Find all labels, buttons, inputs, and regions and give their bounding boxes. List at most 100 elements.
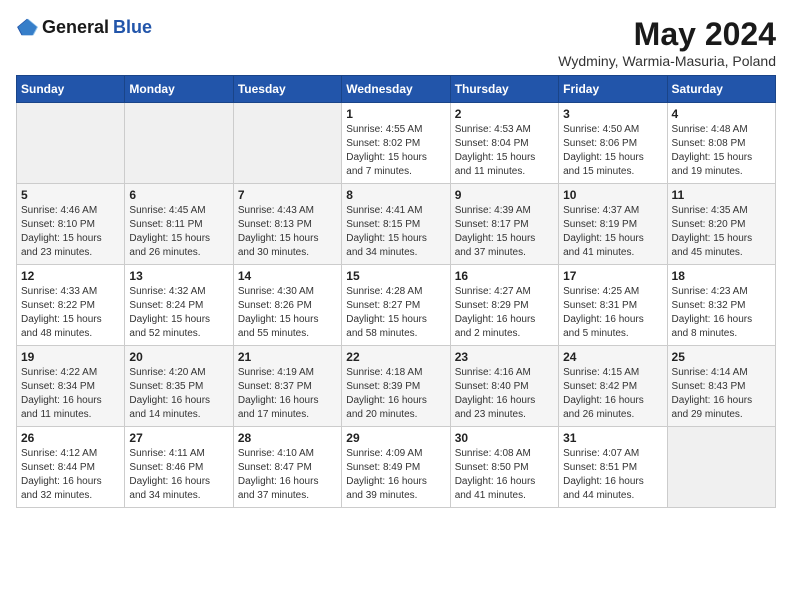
- calendar-cell: 28 Sunrise: 4:10 AMSunset: 8:47 PMDayligh…: [233, 427, 341, 508]
- day-number: 19: [21, 350, 120, 364]
- calendar-cell: 5 Sunrise: 4:46 AMSunset: 8:10 PMDaylight…: [17, 184, 125, 265]
- day-number: 24: [563, 350, 662, 364]
- calendar-cell: 8 Sunrise: 4:41 AMSunset: 8:15 PMDaylight…: [342, 184, 450, 265]
- page-header: General Blue May 2024 Wydminy, Warmia-Ma…: [16, 16, 776, 69]
- header-tuesday: Tuesday: [233, 76, 341, 103]
- calendar-cell: 24 Sunrise: 4:15 AMSunset: 8:42 PMDayligh…: [559, 346, 667, 427]
- day-info: Sunrise: 4:28 AMSunset: 8:27 PMDaylight:…: [346, 285, 445, 341]
- title-block: May 2024 Wydminy, Warmia-Masuria, Poland: [558, 16, 776, 69]
- day-info: Sunrise: 4:43 AMSunset: 8:13 PMDaylight:…: [238, 204, 337, 260]
- calendar-cell: 18 Sunrise: 4:23 AMSunset: 8:32 PMDayligh…: [667, 265, 775, 346]
- header-thursday: Thursday: [450, 76, 558, 103]
- calendar-cell: 6Sunrise: 4:45 AMSunset: 8:11 PMDaylight…: [125, 184, 233, 265]
- day-number: 23: [455, 350, 554, 364]
- day-info: Sunrise: 4:07 AMSunset: 8:51 PMDaylight:…: [563, 447, 662, 503]
- location-subtitle: Wydminy, Warmia-Masuria, Poland: [558, 53, 776, 69]
- day-number: 21: [238, 350, 337, 364]
- calendar-cell: 16 Sunrise: 4:27 AMSunset: 8:29 PMDayligh…: [450, 265, 558, 346]
- day-number: 18: [672, 269, 771, 283]
- day-number: 5: [21, 188, 120, 202]
- calendar-body: 1Sunrise: 4:55 AMSunset: 8:02 PMDaylight…: [17, 103, 776, 508]
- calendar-cell: 7 Sunrise: 4:43 AMSunset: 8:13 PMDaylight…: [233, 184, 341, 265]
- day-number: 12: [21, 269, 120, 283]
- day-number: 1: [346, 107, 445, 121]
- calendar-cell: 12 Sunrise: 4:33 AMSunset: 8:22 PMDayligh…: [17, 265, 125, 346]
- day-info: Sunrise: 4:27 AMSunset: 8:29 PMDaylight:…: [455, 285, 554, 341]
- day-number: 10: [563, 188, 662, 202]
- day-info: Sunrise: 4:12 AMSunset: 8:44 PMDaylight:…: [21, 447, 120, 503]
- day-info: Sunrise: 4:11 AMSunset: 8:46 PMDaylight:…: [129, 447, 228, 503]
- day-number: 25: [672, 350, 771, 364]
- calendar-cell: 17 Sunrise: 4:25 AMSunset: 8:31 PMDayligh…: [559, 265, 667, 346]
- calendar-header: Sunday Monday Tuesday Wednesday Thursday…: [17, 76, 776, 103]
- calendar-cell: 10 Sunrise: 4:37 AMSunset: 8:19 PMDayligh…: [559, 184, 667, 265]
- calendar-cell: [125, 103, 233, 184]
- day-number: 3: [563, 107, 662, 121]
- day-number: 31: [563, 431, 662, 445]
- calendar-cell: [233, 103, 341, 184]
- logo-icon: [16, 16, 38, 38]
- day-info: Sunrise: 4:41 AMSunset: 8:15 PMDaylight:…: [346, 204, 445, 260]
- day-number: 22: [346, 350, 445, 364]
- day-info: Sunrise: 4:32 AMSunset: 8:24 PMDaylight:…: [129, 285, 228, 341]
- calendar-cell: 22 Sunrise: 4:18 AMSunset: 8:39 PMDayligh…: [342, 346, 450, 427]
- day-info: Sunrise: 4:15 AMSunset: 8:42 PMDaylight:…: [563, 366, 662, 422]
- calendar-cell: 14 Sunrise: 4:30 AMSunset: 8:26 PMDayligh…: [233, 265, 341, 346]
- day-info: Sunrise: 4:30 AMSunset: 8:26 PMDaylight:…: [238, 285, 337, 341]
- day-info: Sunrise: 4:18 AMSunset: 8:39 PMDaylight:…: [346, 366, 445, 422]
- day-header-row: Sunday Monday Tuesday Wednesday Thursday…: [17, 76, 776, 103]
- calendar-cell: 4 Sunrise: 4:48 AMSunset: 8:08 PMDaylight…: [667, 103, 775, 184]
- calendar-cell: 29Sunrise: 4:09 AMSunset: 8:49 PMDayligh…: [342, 427, 450, 508]
- calendar-cell: 20Sunrise: 4:20 AMSunset: 8:35 PMDayligh…: [125, 346, 233, 427]
- day-info: Sunrise: 4:23 AMSunset: 8:32 PMDaylight:…: [672, 285, 771, 341]
- day-info: Sunrise: 4:37 AMSunset: 8:19 PMDaylight:…: [563, 204, 662, 260]
- day-number: 11: [672, 188, 771, 202]
- day-number: 9: [455, 188, 554, 202]
- day-info: Sunrise: 4:46 AMSunset: 8:10 PMDaylight:…: [21, 204, 120, 260]
- calendar-cell: 23 Sunrise: 4:16 AMSunset: 8:40 PMDayligh…: [450, 346, 558, 427]
- day-number: 27: [129, 431, 228, 445]
- day-info: Sunrise: 4:35 AMSunset: 8:20 PMDaylight:…: [672, 204, 771, 260]
- day-number: 6: [129, 188, 228, 202]
- header-wednesday: Wednesday: [342, 76, 450, 103]
- day-number: 16: [455, 269, 554, 283]
- day-number: 14: [238, 269, 337, 283]
- day-number: 15: [346, 269, 445, 283]
- day-number: 4: [672, 107, 771, 121]
- calendar-cell: 31 Sunrise: 4:07 AMSunset: 8:51 PMDayligh…: [559, 427, 667, 508]
- calendar-cell: 13Sunrise: 4:32 AMSunset: 8:24 PMDayligh…: [125, 265, 233, 346]
- calendar-cell: 25 Sunrise: 4:14 AMSunset: 8:43 PMDayligh…: [667, 346, 775, 427]
- day-number: 17: [563, 269, 662, 283]
- header-monday: Monday: [125, 76, 233, 103]
- day-info: Sunrise: 4:53 AMSunset: 8:04 PMDaylight:…: [455, 123, 554, 179]
- calendar-cell: 19 Sunrise: 4:22 AMSunset: 8:34 PMDayligh…: [17, 346, 125, 427]
- logo: General Blue: [16, 16, 152, 38]
- day-info: Sunrise: 4:09 AMSunset: 8:49 PMDaylight:…: [346, 447, 445, 503]
- calendar-cell: [667, 427, 775, 508]
- day-info: Sunrise: 4:10 AMSunset: 8:47 PMDaylight:…: [238, 447, 337, 503]
- day-number: 8: [346, 188, 445, 202]
- header-friday: Friday: [559, 76, 667, 103]
- calendar-cell: [17, 103, 125, 184]
- logo-blue-text: Blue: [113, 17, 152, 38]
- day-info: Sunrise: 4:39 AMSunset: 8:17 PMDaylight:…: [455, 204, 554, 260]
- day-info: Sunrise: 4:22 AMSunset: 8:34 PMDaylight:…: [21, 366, 120, 422]
- day-info: Sunrise: 4:33 AMSunset: 8:22 PMDaylight:…: [21, 285, 120, 341]
- day-info: Sunrise: 4:14 AMSunset: 8:43 PMDaylight:…: [672, 366, 771, 422]
- day-number: 7: [238, 188, 337, 202]
- day-info: Sunrise: 4:20 AMSunset: 8:35 PMDaylight:…: [129, 366, 228, 422]
- day-info: Sunrise: 4:08 AMSunset: 8:50 PMDaylight:…: [455, 447, 554, 503]
- day-number: 28: [238, 431, 337, 445]
- day-info: Sunrise: 4:25 AMSunset: 8:31 PMDaylight:…: [563, 285, 662, 341]
- day-info: Sunrise: 4:48 AMSunset: 8:08 PMDaylight:…: [672, 123, 771, 179]
- header-saturday: Saturday: [667, 76, 775, 103]
- calendar-cell: 1Sunrise: 4:55 AMSunset: 8:02 PMDaylight…: [342, 103, 450, 184]
- calendar-cell: 21Sunrise: 4:19 AMSunset: 8:37 PMDayligh…: [233, 346, 341, 427]
- month-title: May 2024: [558, 16, 776, 53]
- calendar-cell: 11 Sunrise: 4:35 AMSunset: 8:20 PMDayligh…: [667, 184, 775, 265]
- calendar-cell: 15 Sunrise: 4:28 AMSunset: 8:27 PMDayligh…: [342, 265, 450, 346]
- day-number: 26: [21, 431, 120, 445]
- day-info: Sunrise: 4:16 AMSunset: 8:40 PMDaylight:…: [455, 366, 554, 422]
- calendar-week-3: 12 Sunrise: 4:33 AMSunset: 8:22 PMDayligh…: [17, 265, 776, 346]
- calendar-week-5: 26 Sunrise: 4:12 AMSunset: 8:44 PMDayligh…: [17, 427, 776, 508]
